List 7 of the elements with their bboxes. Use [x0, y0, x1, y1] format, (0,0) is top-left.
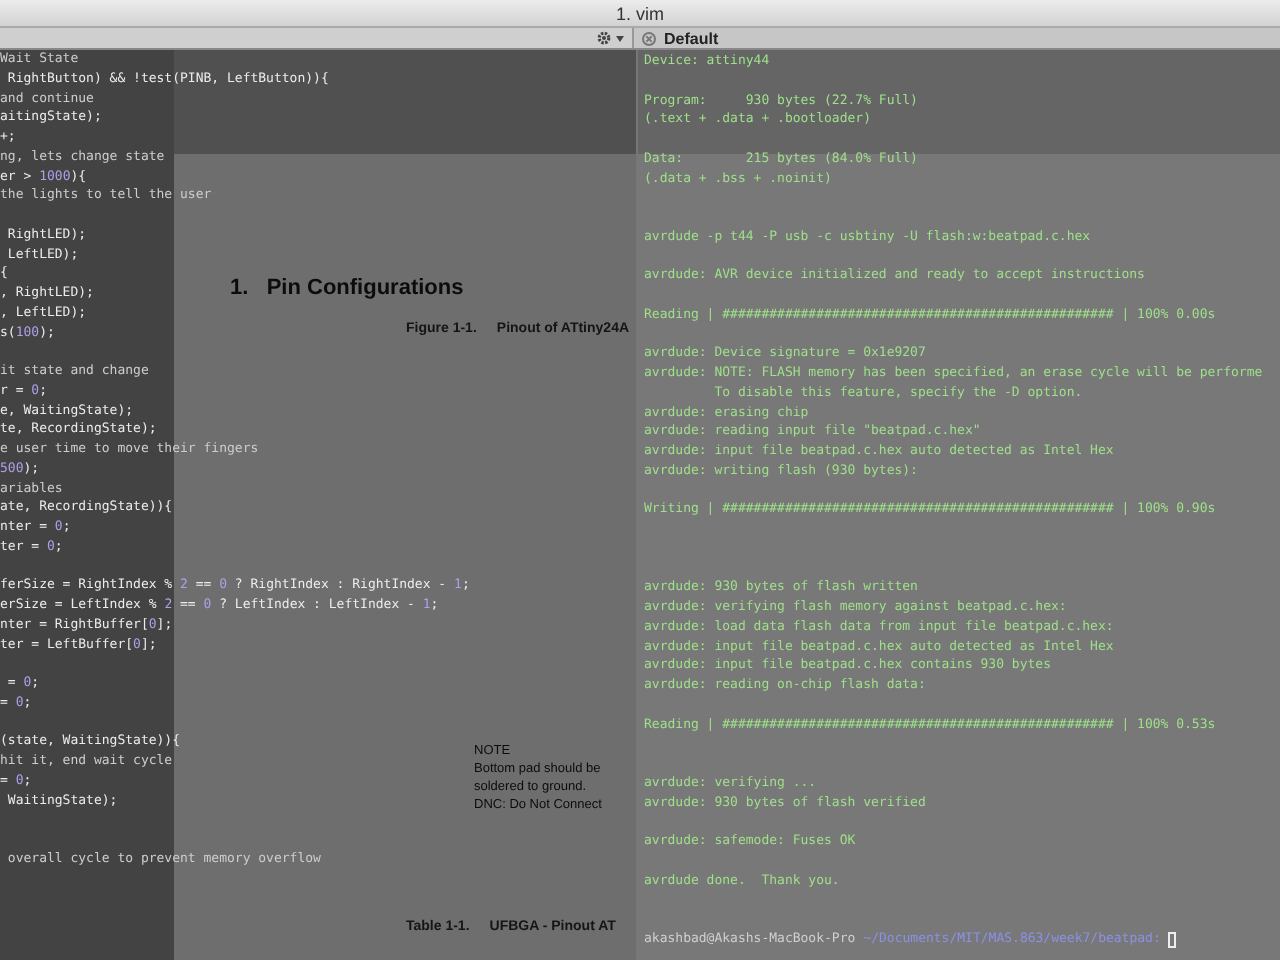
text-cursor	[1168, 931, 1177, 948]
terminal-tab[interactable]: Default	[634, 28, 1280, 48]
close-icon[interactable]	[642, 31, 656, 45]
window-title: 1. vim	[615, 3, 664, 23]
section-heading: 1. Pin Configurations	[230, 276, 464, 300]
caret-icon[interactable]	[616, 35, 624, 41]
settings-icon[interactable]	[596, 30, 612, 46]
